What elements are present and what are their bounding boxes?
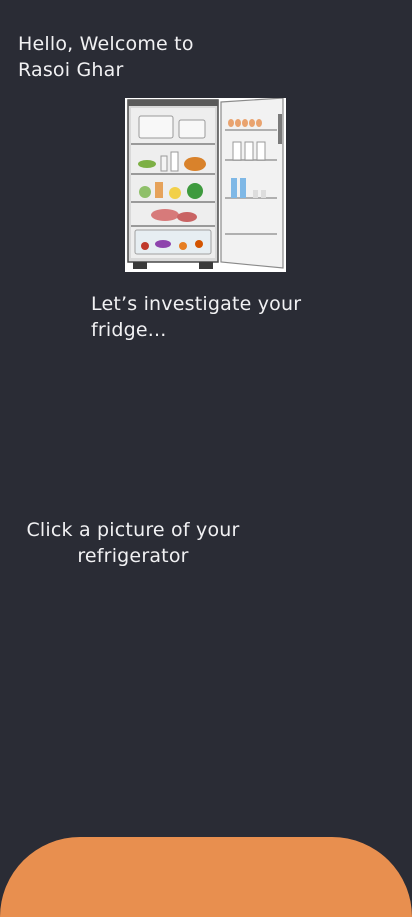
fridge-illustration bbox=[125, 98, 286, 272]
home-screen: Hello, Welcome to Rasoi Ghar Let’s inves… bbox=[0, 0, 412, 917]
camera-capture-button[interactable] bbox=[0, 837, 412, 917]
hero-subtitle: Let’s investigate your fridge... bbox=[91, 293, 302, 341]
capture-instruction: Click a picture of your refrigerator bbox=[26, 519, 240, 567]
welcome-heading: Hello, Welcome to Rasoi Ghar bbox=[18, 33, 194, 81]
open-fridge-icon bbox=[127, 98, 284, 269]
